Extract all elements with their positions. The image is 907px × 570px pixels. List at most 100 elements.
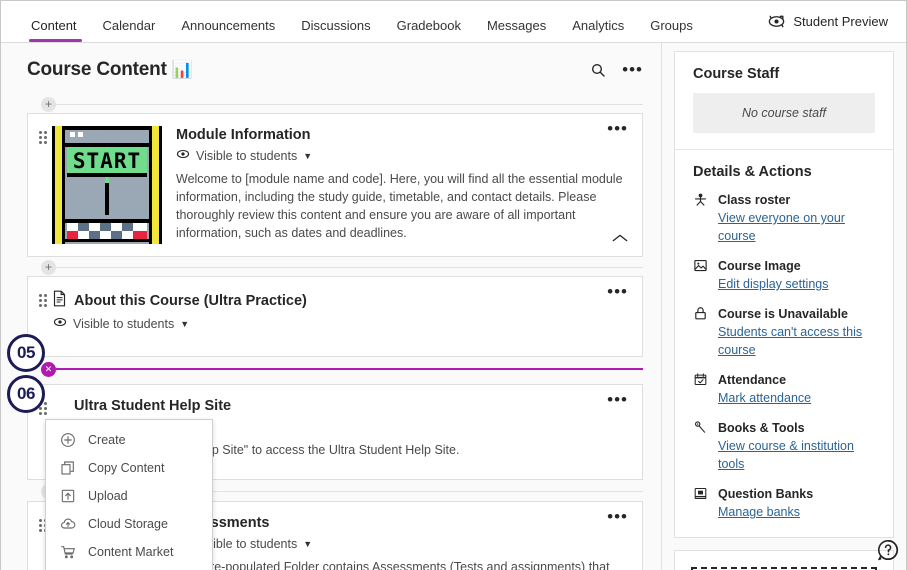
sidebar-item-link[interactable]: View everyone on your course [718,211,845,243]
document-icon [52,290,67,311]
item-title: About this Course (Ultra Practice) [52,290,628,311]
sidebar-item-course-image[interactable]: Course Image Edit display settings [693,257,875,293]
sidebar-item-label: Books & Tools [718,421,805,435]
sidebar-item-label: Attendance [718,373,787,387]
tab-calendar[interactable]: Calendar [90,18,169,42]
visibility-selector[interactable]: Visible to students ▼ [176,535,628,552]
course-staff-title: Course Staff [693,66,780,82]
sidebar-item-link[interactable]: Manage banks [718,505,800,519]
calendar-check-icon [693,371,709,407]
copy-icon [60,460,76,476]
cloud-icon [60,516,76,532]
item-more-options-icon[interactable]: ••• [607,283,628,300]
menu-item-copy-content[interactable]: Copy Content [46,454,212,482]
visibility-label: Visible to students [196,148,298,163]
content-more-options-icon[interactable]: ••• [622,61,643,78]
item-more-options-icon[interactable]: ••• [607,508,628,525]
list-item[interactable]: About this Course (Ultra Practice) Visib… [28,277,642,356]
header-actions: ••• [590,61,643,78]
search-icon[interactable] [590,62,606,78]
menu-item-upload[interactable]: Upload [46,482,212,510]
sidebar-item-label: Course Image [718,259,801,273]
upload-icon [60,488,76,504]
menu-item-content-collection[interactable]: Content Collection [46,566,212,570]
tab-announcements[interactable]: Announcements [168,18,288,42]
menu-item-create[interactable]: Create [46,426,212,454]
visibility-label: Visible to students [73,316,175,331]
divider-line [56,266,643,268]
tab-gradebook[interactable]: Gradebook [384,18,474,42]
shopping-cart-icon [60,544,76,560]
student-preview-eye-icon [767,12,786,31]
nav-tab-list: Content Calendar Announcements Discussio… [27,18,706,42]
page-body: Course Content 📊 ••• + START Module Info… [1,43,906,570]
chevron-up-icon[interactable] [612,230,628,248]
sidebar-item-text: Attendance Mark attendance [718,371,811,407]
sidebar-item-books-tools[interactable]: Books & Tools View course & institution … [693,419,875,473]
help-question-icon[interactable] [876,538,900,562]
item-title: Assessments [176,515,270,532]
chevron-down-icon: ▼ [180,318,190,329]
menu-item-label: Copy Content [88,461,165,475]
add-content-divider-top[interactable]: + [41,95,643,113]
visibility-selector[interactable]: Visible to students ▼ [176,147,628,164]
course-staff-section: Course Staff No course staff [675,52,893,149]
active-add-content-divider[interactable]: ✕ [41,360,643,378]
plus-icon[interactable]: + [41,259,56,275]
tab-groups[interactable]: Groups [637,18,706,42]
sidebar-item-label: Class roster [718,193,791,207]
tab-content[interactable]: Content [27,18,90,42]
sidebar-item-link[interactable]: View course & institution tools [718,439,854,471]
student-preview-button[interactable]: Student Preview [767,12,888,31]
sidebar-item-link[interactable]: Students can't access this course [718,325,862,357]
svg-text:START: START [73,149,141,173]
sidebar-item-class-roster[interactable]: Class roster View everyone on your cours… [693,191,875,245]
close-icon[interactable]: ✕ [41,361,56,377]
details-actions-title: Details & Actions [693,164,812,180]
sidebar-item-question-banks[interactable]: Question Banks Manage banks [693,485,875,521]
eye-icon [53,315,67,332]
tab-discussions[interactable]: Discussions [288,18,383,42]
sidebar-item-text: Course is Unavailable Students can't acc… [718,305,875,359]
add-content-divider-2[interactable]: + [41,258,643,276]
step-badge-06: 06 [7,375,45,413]
tab-analytics[interactable]: Analytics [559,18,637,42]
menu-item-cloud-storage[interactable]: Cloud Storage [46,510,212,538]
sidebar-item-text: Books & Tools View course & institution … [718,419,875,473]
menu-item-content-market[interactable]: Content Market [46,538,212,566]
right-sidebar: Course Staff No course staff Details & A… [661,43,906,570]
sidebar-item-link[interactable]: Edit display settings [718,277,828,291]
content-card-module-information: START Module Information Visible to stud… [27,113,643,257]
content-header: Course Content 📊 ••• [27,59,643,81]
tab-messages[interactable]: Messages [474,18,559,42]
drag-handle-icon[interactable] [38,130,52,244]
sidebar-item-text: Question Banks Manage banks [718,485,813,521]
item-body: Module Information Visible to students ▼… [176,126,628,244]
books-tools-icon [693,419,709,473]
details-actions-section: Details & Actions Class roster View ever… [675,149,893,537]
drag-handle-icon[interactable] [38,293,52,338]
sidebar-item-label: Question Banks [718,487,814,501]
menu-item-label: Content Market [88,545,174,559]
item-more-options-icon[interactable]: ••• [607,391,628,408]
sidebar-item-attendance[interactable]: Attendance Mark attendance [693,371,875,407]
add-content-dropdown-menu[interactable]: Create Copy Content Upload Cloud Storage… [45,419,213,570]
course-content-main: Course Content 📊 ••• + START Module Info… [1,43,661,570]
chevron-down-icon: ▼ [303,538,313,549]
list-item[interactable]: START Module Information Visible to stud… [28,114,642,256]
sidebar-item-link[interactable]: Mark attendance [718,391,811,405]
item-description: Welcome to [module name and code]. Here,… [176,172,623,241]
top-navigation-bar: Content Calendar Announcements Discussio… [1,1,906,43]
plus-icon[interactable]: + [41,96,56,112]
visibility-selector[interactable]: Visible to students ▼ [53,315,628,332]
item-more-options-icon[interactable]: ••• [607,120,628,137]
course-staff-empty-state: No course staff [693,93,875,133]
sidebar-item-text: Course Image Edit display settings [718,257,828,293]
sidebar-item-course-unavailable[interactable]: Course is Unavailable Students can't acc… [693,305,875,359]
divider-line-active [56,368,643,370]
question-bank-icon [693,485,709,521]
divider-line [56,103,643,105]
item-description: This pre-populated Folder contains Asses… [176,560,610,570]
roster-icon [693,191,709,245]
item-title: Ultra Student Help Site [74,398,232,414]
